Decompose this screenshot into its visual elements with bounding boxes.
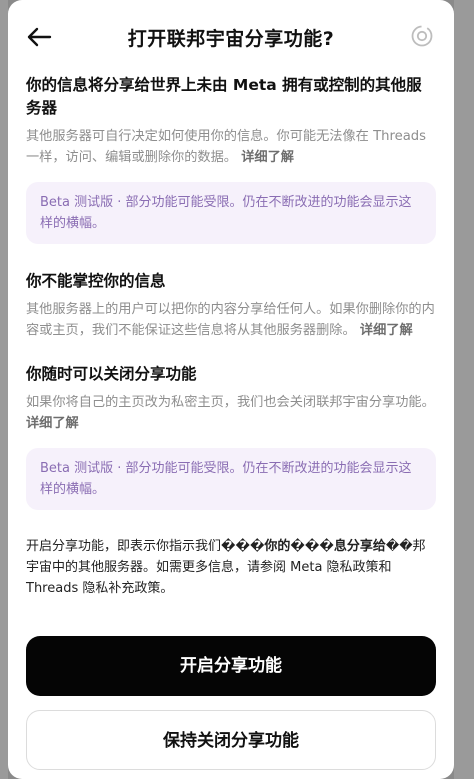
section-title: 你随时可以关闭分享功能 [26, 365, 197, 383]
settings-ring-icon [411, 25, 433, 47]
consent-note: 开启分享功能，即表示你指示我们���你的���息分享给��邦宇宙中的其他服务器。… [26, 539, 426, 596]
fediverse-sharing-dialog: 打开联邦宇宙分享功能? 你的信息将分享给世界上未由 Meta 拥有或控制的其他服… [8, 0, 454, 779]
section-data-shared: 你的信息将分享给世界上未由 Meta 拥有或控制的其他服务器 其他服务器可自行决… [26, 74, 436, 244]
enable-sharing-button[interactable]: 开启分享功能 [26, 636, 436, 696]
learn-more-link[interactable]: 详细了解 [26, 416, 79, 431]
section-title: 你的信息将分享给世界上未由 Meta 拥有或控制的其他服务器 [26, 76, 422, 117]
keep-off-button[interactable]: 保持关闭分享功能 [26, 710, 436, 770]
dialog-title: 打开联邦宇宙分享功能? [127, 28, 335, 50]
section-title: 你不能掌控你的信息 [26, 272, 166, 290]
dialog-content: 你的信息将分享给世界上未由 Meta 拥有或控制的其他服务器 其他服务器可自行决… [8, 74, 454, 599]
beta-banner: Beta 测试版 · 部分功能可能受限。仍在不断改进的功能会显示这样的横幅。 [26, 448, 436, 510]
backdrop-right [454, 0, 474, 779]
learn-more-link[interactable]: 详细了解 [241, 150, 294, 165]
section-body: 其他服务器可自行决定如何使用你的信息。你可能无法像在 Threads 一样，访问… [26, 129, 427, 165]
dialog-header: 打开联邦宇宙分享功能? [8, 0, 454, 74]
backdrop-left [0, 0, 8, 779]
section-body: 其他服务器上的用户可以把你的内容分享给任何人。如果你删除你的内容或主页，我们不能… [26, 302, 435, 338]
section-no-control: 你不能掌控你的信息 其他服务器上的用户可以把你的内容分享给任何人。如果你删除你的… [26, 270, 436, 341]
section-body: 如果你将自己的主页改为私密主页，我们也会关闭联邦宇宙分享功能。 详细了解 [26, 395, 435, 431]
beta-banner: Beta 测试版 · 部分功能可能受限。仍在不断改进的功能会显示这样的横幅。 [26, 182, 436, 244]
learn-more-link[interactable]: 详细了解 [360, 323, 413, 338]
section-turn-off: 你随时可以关闭分享功能 如果你将自己的主页改为私密主页，我们也会关闭联邦宇宙分享… [26, 363, 436, 510]
